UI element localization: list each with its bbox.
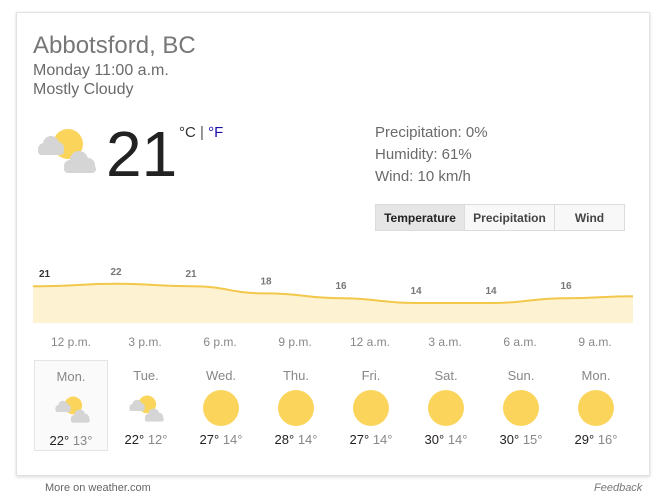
tab-precipitation[interactable]: Precipitation	[465, 205, 555, 230]
day-name: Wed.	[205, 368, 237, 383]
sun-icon	[202, 389, 240, 427]
day-low: 14°	[372, 432, 393, 447]
day-forecast-sat[interactable]: Sat. 30° 14°	[409, 360, 483, 451]
hour-label: 6 a.m.	[503, 335, 537, 349]
current-temperature: 21	[106, 118, 178, 190]
tab-wind[interactable]: Wind	[555, 205, 624, 230]
day-forecast-thu[interactable]: Thu. 28° 14°	[259, 360, 333, 451]
weather-card: Abbotsford, BC Monday 11:00 a.m. Mostly …	[16, 12, 650, 476]
hour-label: 9 p.m.	[278, 335, 312, 349]
unit-separator: |	[195, 124, 209, 141]
graph-value-label: 21	[185, 269, 197, 280]
day-low: 14°	[447, 432, 468, 447]
fahrenheit-link[interactable]: °F	[208, 124, 223, 141]
day-name: Tue.	[133, 368, 159, 383]
graph-value-label: 21	[39, 269, 51, 280]
sun-icon	[277, 389, 315, 427]
day-high: 27°	[199, 432, 220, 447]
hour-label: 9 a.m.	[578, 335, 612, 349]
celsius-unit: °C	[179, 124, 196, 141]
day-low: 15°	[522, 432, 543, 447]
partly-cloudy-icon	[34, 125, 98, 175]
day-low: 16°	[597, 432, 618, 447]
day-high: 22°	[124, 432, 145, 447]
unit-toggle: °C | °F	[179, 124, 223, 141]
day-name: Sun.	[507, 368, 535, 383]
sun-icon	[502, 389, 540, 427]
humidity-stat: Humidity: 61%	[375, 146, 472, 163]
sun-icon	[427, 389, 465, 427]
more-on-weather-link[interactable]: More on weather.com	[45, 482, 151, 494]
day-low: 14°	[297, 432, 318, 447]
hour-label: 12 a.m.	[349, 335, 391, 349]
graph-value-label: 14	[485, 286, 497, 297]
location-title: Abbotsford, BC	[33, 32, 196, 59]
hour-label: 3 p.m.	[128, 335, 162, 349]
day-high: 27°	[349, 432, 370, 447]
hour-label: 6 p.m.	[203, 335, 237, 349]
day-high: 29°	[574, 432, 595, 447]
day-name: Mon.	[56, 369, 86, 384]
daily-forecast: Mon. 22° 13° Tue. 22° 12° Wed. 27° 14° T…	[33, 360, 633, 452]
tab-temperature[interactable]: Temperature	[376, 205, 465, 230]
day-low: 13°	[72, 433, 93, 448]
day-forecast-tue[interactable]: Tue. 22° 12°	[109, 360, 183, 451]
day-forecast-fri[interactable]: Fri. 27° 14°	[334, 360, 408, 451]
sun-icon	[577, 389, 615, 427]
day-name: Thu.	[282, 368, 309, 383]
day-name: Fri.	[361, 368, 381, 383]
day-forecast-mon[interactable]: Mon. 22° 13°	[34, 360, 108, 451]
graph-value-label: 16	[335, 281, 347, 292]
day-name: Sat.	[434, 368, 458, 383]
date-time: Monday 11:00 a.m.	[33, 62, 169, 79]
day-high: 30°	[499, 432, 520, 447]
partly-cloudy-icon	[127, 389, 165, 427]
wind-stat: Wind: 10 km/h	[375, 168, 471, 185]
hour-labels: 12 p.m. 3 p.m. 6 p.m. 9 p.m. 12 a.m. 3 a…	[33, 335, 633, 351]
day-forecast-mon-next[interactable]: Mon. 29° 16°	[559, 360, 633, 451]
feedback-link[interactable]: Feedback	[594, 482, 642, 494]
day-low: 12°	[147, 432, 168, 447]
partly-cloudy-icon	[53, 390, 91, 428]
graph-value-label: 18	[260, 276, 272, 287]
graph-value-label: 22	[110, 267, 122, 278]
hour-label: 12 p.m.	[50, 335, 92, 349]
weather-stats: Precipitation: 0% Humidity: 61% Wind: 10…	[375, 122, 488, 188]
temperature-graph: 21 22 21 18 16 14 14 16	[32, 261, 634, 331]
graph-value-label: 14	[410, 286, 422, 297]
day-low: 14°	[222, 432, 243, 447]
day-high: 30°	[424, 432, 445, 447]
graph-value-label: 16	[560, 281, 572, 292]
day-high: 28°	[274, 432, 295, 447]
day-forecast-sun[interactable]: Sun. 30° 15°	[484, 360, 558, 451]
hour-label: 3 a.m.	[428, 335, 462, 349]
day-high: 22°	[49, 433, 70, 448]
sun-icon	[352, 389, 390, 427]
precipitation-stat: Precipitation: 0%	[375, 124, 488, 141]
day-name: Mon.	[581, 368, 611, 383]
chart-tabs: Temperature Precipitation Wind	[375, 204, 625, 231]
day-forecast-wed[interactable]: Wed. 27° 14°	[184, 360, 258, 451]
temperature-area	[33, 283, 633, 323]
weather-condition: Mostly Cloudy	[33, 81, 134, 98]
